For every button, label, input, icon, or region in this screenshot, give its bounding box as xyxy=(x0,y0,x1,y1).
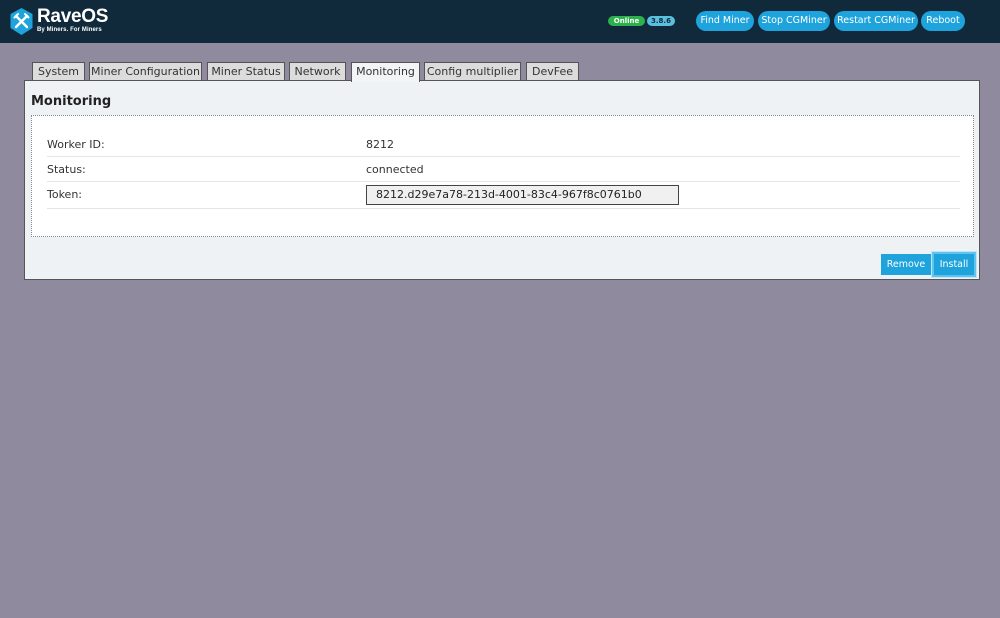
monitoring-panel: Monitoring Worker ID: 8212 Status: conne… xyxy=(24,80,980,280)
monitoring-details: Worker ID: 8212 Status: connected Token:… xyxy=(31,115,974,237)
brand-tagline: By Miners. For Miners xyxy=(37,27,102,33)
brand-name: RaveOS xyxy=(37,6,109,27)
tab-miner-status[interactable]: Miner Status xyxy=(207,62,285,81)
tab-devfee[interactable]: DevFee xyxy=(526,62,579,81)
install-button[interactable]: Install xyxy=(932,252,976,277)
status-value: connected xyxy=(366,163,424,176)
tab-monitoring[interactable]: Monitoring xyxy=(351,62,420,82)
find-miner-button[interactable]: Find Miner xyxy=(696,11,754,31)
remove-button[interactable]: Remove xyxy=(881,254,931,275)
stop-cgminer-button[interactable]: Stop CGMiner xyxy=(758,11,830,31)
token-row: Token: 8212.d29e7a78-213d-4001-83c4-967f… xyxy=(47,182,960,209)
raveos-logo-icon xyxy=(10,8,33,35)
status-label: Status: xyxy=(47,163,86,176)
status-row: Status: connected xyxy=(47,157,960,182)
worker-id-value: 8212 xyxy=(366,138,394,151)
panel-title: Monitoring xyxy=(31,94,112,109)
token-field[interactable]: 8212.d29e7a78-213d-4001-83c4-967f8c0761b… xyxy=(366,185,679,205)
token-label: Token: xyxy=(47,188,83,201)
tab-config-multiplier[interactable]: Config multiplier xyxy=(424,62,521,81)
tab-network[interactable]: Network xyxy=(289,62,346,81)
version-badge: 3.8.6 xyxy=(647,16,675,26)
worker-id-row: Worker ID: 8212 xyxy=(47,132,960,157)
tab-miner-configuration[interactable]: Miner Configuration xyxy=(89,62,202,81)
status-badge: Online xyxy=(608,16,645,26)
top-header: RaveOS By Miners. For Miners Online 3.8.… xyxy=(0,0,1000,43)
worker-id-label: Worker ID: xyxy=(47,138,105,151)
reboot-button[interactable]: Reboot xyxy=(921,11,965,31)
restart-cgminer-button[interactable]: Restart CGMiner xyxy=(834,11,918,31)
tab-system[interactable]: System xyxy=(32,62,85,81)
